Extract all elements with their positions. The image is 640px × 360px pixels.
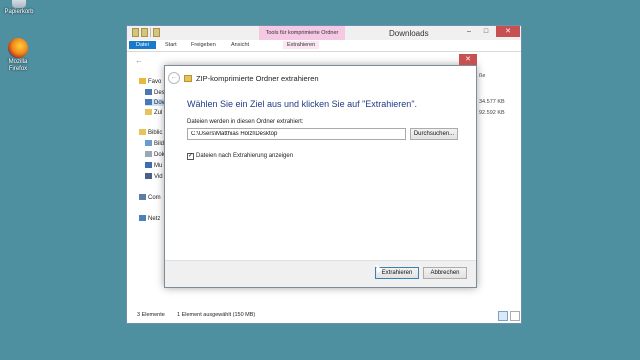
nav-item-label: Vid xyxy=(154,174,163,180)
explorer-titlebar: Tools für komprimierte Ordner Downloads … xyxy=(127,26,521,40)
qat-dropdown-icon[interactable] xyxy=(153,28,160,37)
nav-item-label: Com xyxy=(148,195,161,201)
tab-file[interactable]: Datei xyxy=(129,41,156,49)
close-button[interactable]: ✕ xyxy=(496,26,520,37)
status-selection: 1 Element ausgewählt (150 MB) xyxy=(177,312,256,318)
nav-item-libraries[interactable]: Biblic xyxy=(139,129,162,136)
show-files-label[interactable]: Dateien nach Extrahierung anzeigen xyxy=(196,153,293,159)
back-arrow-icon[interactable]: ← xyxy=(135,56,143,65)
window-title: Downloads xyxy=(389,29,429,38)
nav-item-label: Biblic xyxy=(148,130,163,136)
minimize-button[interactable]: – xyxy=(462,26,476,37)
cancel-button[interactable]: Abbrechen xyxy=(423,267,467,279)
dialog-close-button[interactable]: ✕ xyxy=(459,54,477,65)
recent-icon xyxy=(145,109,152,115)
firefox-desktop-icon[interactable]: Mozilla Firefox xyxy=(1,38,35,73)
nav-item-favorites[interactable]: Favo xyxy=(139,78,161,85)
dialog-title: ZIP-komprimierte Ordner extrahieren xyxy=(196,73,319,83)
navigation-pane: Favo Des Dov Zul Biblic Bild Dok Mu Vid … xyxy=(127,70,167,310)
nav-item-recent[interactable]: Zul xyxy=(145,109,162,116)
show-files-checkbox[interactable]: ✓ xyxy=(187,153,194,160)
library-icon xyxy=(139,129,146,135)
status-item-count: 3 Elemente xyxy=(137,312,165,318)
details-view-button[interactable] xyxy=(498,311,508,321)
nav-item-label: Zul xyxy=(154,110,163,116)
tab-start[interactable]: Start xyxy=(165,42,177,48)
videos-icon xyxy=(145,173,152,179)
dialog-heading: Wählen Sie ein Ziel aus und klicken Sie … xyxy=(187,99,418,109)
new-folder-icon[interactable] xyxy=(141,28,148,37)
dialog-header: ← ZIP-komprimierte Ordner extrahieren xyxy=(168,71,319,85)
recycle-bin-icon xyxy=(12,0,26,8)
firefox-icon xyxy=(8,38,28,58)
status-bar: 3 Elemente 1 Element ausgewählt (150 MB) xyxy=(127,309,521,323)
quick-access-toolbar xyxy=(132,28,160,37)
nav-item-computer[interactable]: Com xyxy=(139,194,161,201)
music-icon xyxy=(145,162,152,168)
computer-icon xyxy=(139,194,146,200)
back-button[interactable]: ← xyxy=(168,72,180,84)
nav-item-music[interactable]: Mu xyxy=(145,162,162,169)
downloads-icon xyxy=(145,99,152,105)
firefox-label-line1: Mozilla xyxy=(8,59,28,65)
maximize-button[interactable]: □ xyxy=(479,26,493,37)
network-icon xyxy=(139,215,146,221)
recycle-bin-desktop-icon[interactable]: Papierkorb xyxy=(2,0,36,16)
toolbar-separator xyxy=(150,28,151,37)
file-size-1: 34.577 KB xyxy=(479,99,505,105)
nav-item-label: Favo xyxy=(148,79,162,85)
browse-button[interactable]: Durchsuchen... xyxy=(410,128,458,140)
nav-item-label: Bild xyxy=(154,141,165,147)
destination-label: Dateien werden in diesen Ordner extrahie… xyxy=(187,119,304,125)
nav-item-label: Netz xyxy=(148,216,161,222)
file-size-2: 92.592 KB xyxy=(479,110,505,116)
documents-icon xyxy=(145,151,152,157)
nav-item-videos[interactable]: Vid xyxy=(145,173,163,180)
properties-icon[interactable] xyxy=(132,28,139,37)
dialog-footer: Extrahieren Abbrechen xyxy=(165,260,476,287)
recycle-bin-label: Papierkorb xyxy=(4,9,34,15)
nav-item-label: Mu xyxy=(154,163,163,169)
ribbon-tabs: Datei Start Freigeben Ansicht Extrahiere… xyxy=(127,40,521,52)
nav-item-pictures[interactable]: Bild xyxy=(145,140,164,147)
star-icon xyxy=(139,78,146,84)
zip-folder-icon xyxy=(184,74,192,82)
nav-item-downloads[interactable]: Dov xyxy=(145,99,165,106)
destination-path-input[interactable] xyxy=(187,128,406,140)
nav-item-network[interactable]: Netz xyxy=(139,215,160,222)
tab-extract[interactable]: Extrahieren xyxy=(283,41,320,49)
extract-dialog: ✕ ← ZIP-komprimierte Ordner extrahieren … xyxy=(164,54,477,288)
desktop-icon xyxy=(145,89,152,95)
size-column-header[interactable]: ße xyxy=(479,73,485,79)
pictures-icon xyxy=(145,140,152,146)
nav-item-documents[interactable]: Dok xyxy=(145,151,165,158)
tab-share[interactable]: Freigeben xyxy=(191,42,216,48)
tab-view[interactable]: Ansicht xyxy=(231,42,249,48)
tiles-view-button[interactable] xyxy=(510,311,520,321)
context-tab-title: Tools für komprimierte Ordner xyxy=(259,26,345,40)
nav-item-desktop[interactable]: Des xyxy=(145,89,165,96)
firefox-label-line2: Firefox xyxy=(8,66,28,72)
